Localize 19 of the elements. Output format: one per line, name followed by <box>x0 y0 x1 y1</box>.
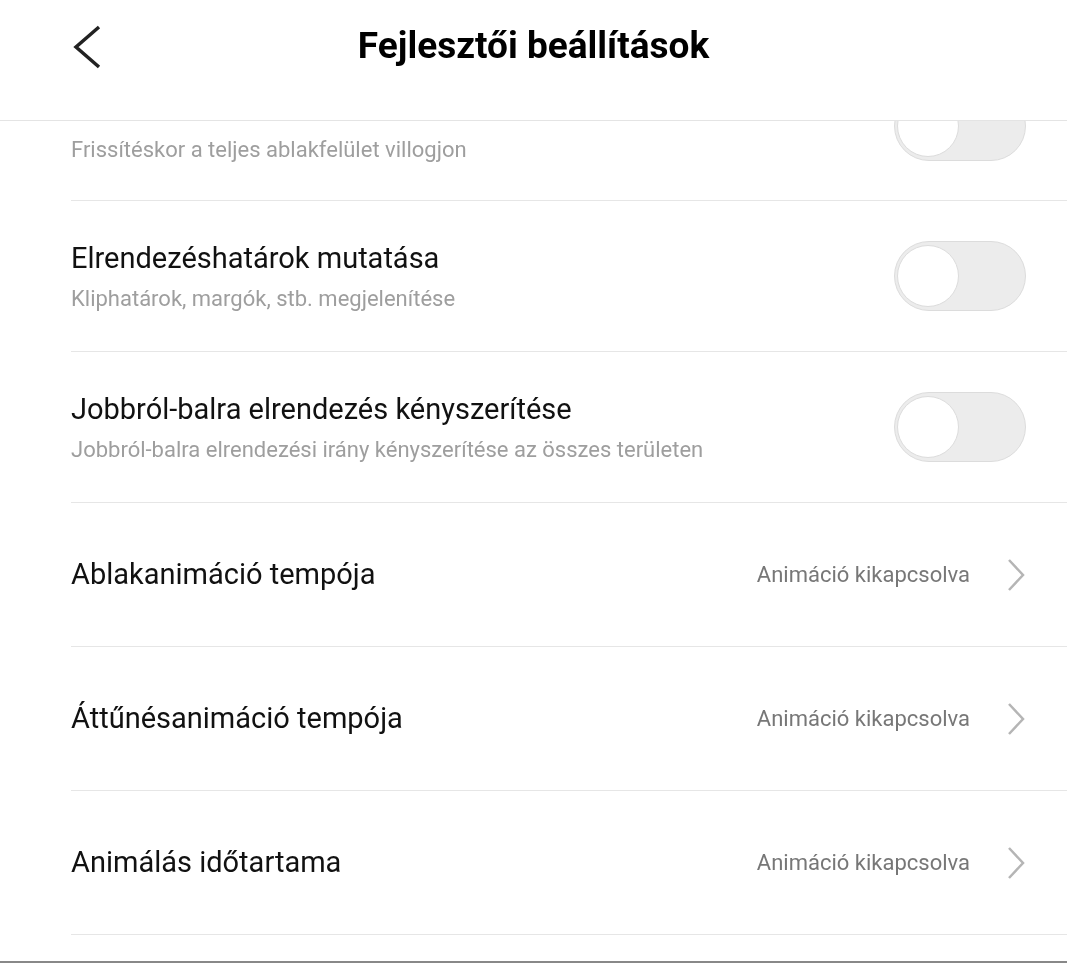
setting-title: Ablakanimáció tempója <box>71 555 377 593</box>
setting-title: Jobbról-balra elrendezés kényszerítése <box>71 390 573 428</box>
chevron-right-icon <box>1006 845 1026 880</box>
setting-title: Elrendezéshatárok mutatása <box>71 239 441 277</box>
setting-title: Áttűnésanimáció tempója <box>71 699 404 737</box>
setting-description: Frissítéskor a teljes ablakfelület villogjon <box>71 136 468 164</box>
settings-row[interactable]: Animálás időtartama Animáció kikapcsolva <box>71 791 1067 935</box>
setting-description: Jobbról-balra elrendezési irány kényszerítése az összes területen <box>71 436 705 465</box>
setting-value: Animáció kikapcsolva <box>756 561 970 589</box>
page-title: Fejlesztői beállítások <box>357 23 710 70</box>
setting-title: Animálás időtartama <box>71 843 343 881</box>
chevron-right-icon <box>1006 701 1026 736</box>
chevron-right-icon <box>1006 557 1026 592</box>
settings-row[interactable]: Áttűnésanimáció tempója Animáció kikapcsolva <box>71 647 1067 791</box>
setting-value: Animáció kikapcsolva <box>756 849 970 877</box>
back-icon[interactable] <box>72 25 102 69</box>
setting-value: Animáció kikapcsolva <box>756 705 970 733</box>
setting-description: Kliphatárok, margók, stb. megjelenítése <box>71 285 457 314</box>
settings-row[interactable]: Ablakanimáció tempója Animáció kikapcsolva <box>71 503 1067 647</box>
